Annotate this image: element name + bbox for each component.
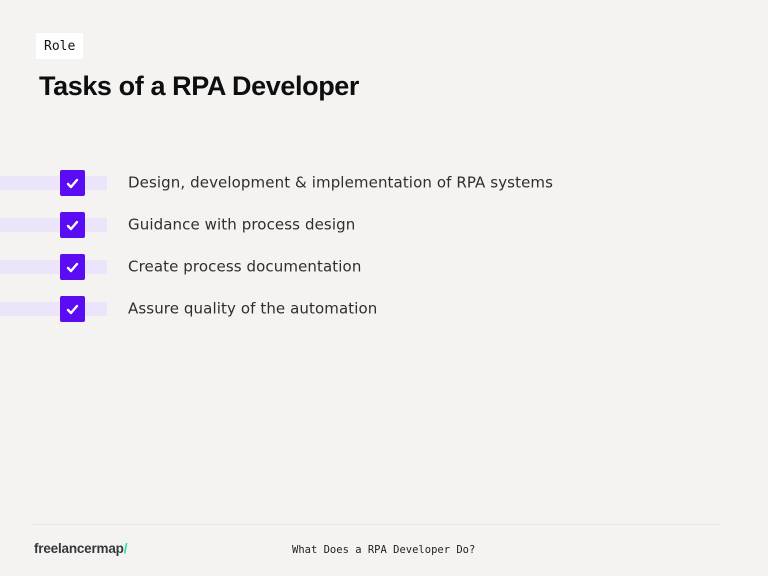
footer-divider (33, 524, 720, 525)
logo-slash: / (124, 541, 128, 556)
slide: Role Tasks of a RPA Developer Design, de… (0, 0, 768, 576)
checklist-item-label: Design, development & implementation of … (128, 174, 553, 192)
checkbox (60, 254, 85, 280)
checklist-item-label: Guidance with process design (128, 216, 355, 234)
checklist-item-label: Create process documentation (128, 258, 361, 276)
checkbox (60, 170, 85, 196)
highlight-bar (0, 218, 107, 232)
checklist-item: Guidance with process design (0, 212, 768, 238)
checkbox (60, 296, 85, 322)
checklist-item: Create process documentation (0, 254, 768, 280)
checkmark-icon (65, 302, 80, 317)
freelancermap-logo: freelancermap/ (34, 541, 127, 556)
checkbox (60, 212, 85, 238)
checkmark-icon (65, 218, 80, 233)
footer-caption: What Does a RPA Developer Do? (292, 544, 475, 556)
logo-text: freelancermap (34, 541, 124, 556)
checklist: Design, development & implementation of … (0, 170, 768, 338)
highlight-bar (0, 260, 107, 274)
highlight-bar (0, 176, 107, 190)
checklist-item-label: Assure quality of the automation (128, 300, 377, 318)
page-title: Tasks of a RPA Developer (39, 71, 359, 102)
role-badge: Role (36, 33, 83, 59)
checklist-item: Design, development & implementation of … (0, 170, 768, 196)
checklist-item: Assure quality of the automation (0, 296, 768, 322)
highlight-bar (0, 302, 107, 316)
checkmark-icon (65, 176, 80, 191)
checkmark-icon (65, 260, 80, 275)
